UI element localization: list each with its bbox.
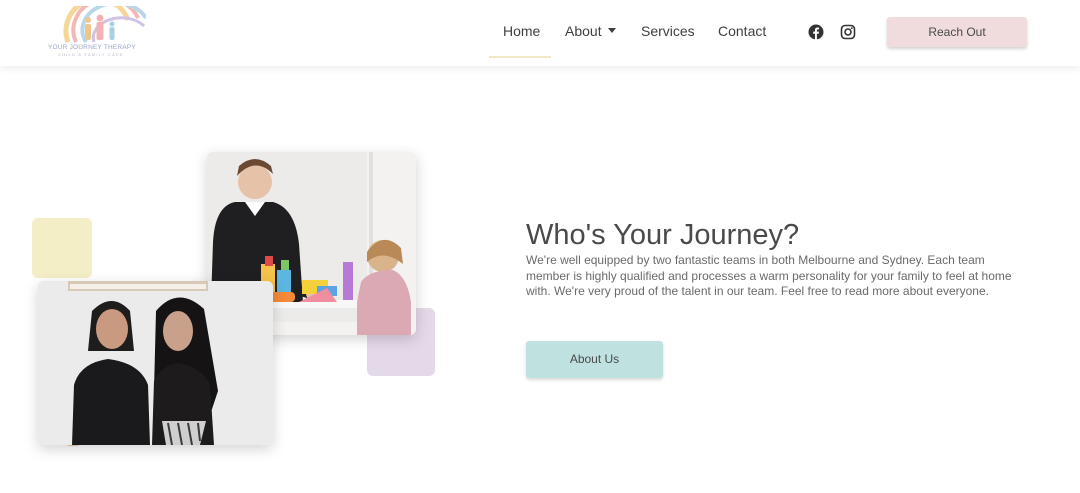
nav-contact[interactable]: Contact	[718, 22, 766, 40]
logo-tagline: CHILD & FAMILY CARE	[58, 52, 124, 57]
nav-services[interactable]: Services	[641, 22, 695, 40]
nav-active-indicator	[489, 56, 551, 58]
instagram-icon[interactable]	[840, 24, 856, 40]
team-photo	[38, 281, 273, 445]
section-heading: Who's Your Journey?	[526, 219, 800, 251]
facebook-icon[interactable]	[808, 24, 824, 40]
logo-brand-text: YOUR JOURNEY THERAPY	[48, 44, 136, 51]
chevron-down-icon	[607, 28, 616, 33]
about-us-button[interactable]: About Us	[526, 341, 663, 378]
nav-home[interactable]: Home	[503, 22, 540, 40]
decorative-square-yellow	[32, 218, 92, 278]
nav-about-label: About	[565, 23, 602, 39]
site-header: YOUR JOURNEY THERAPY CHILD & FAMILY CARE…	[0, 0, 1080, 66]
reach-out-button[interactable]: Reach Out	[887, 17, 1027, 47]
nav-about[interactable]: About	[565, 22, 616, 40]
section-description: We're well equipped by two fantastic tea…	[526, 253, 1012, 299]
